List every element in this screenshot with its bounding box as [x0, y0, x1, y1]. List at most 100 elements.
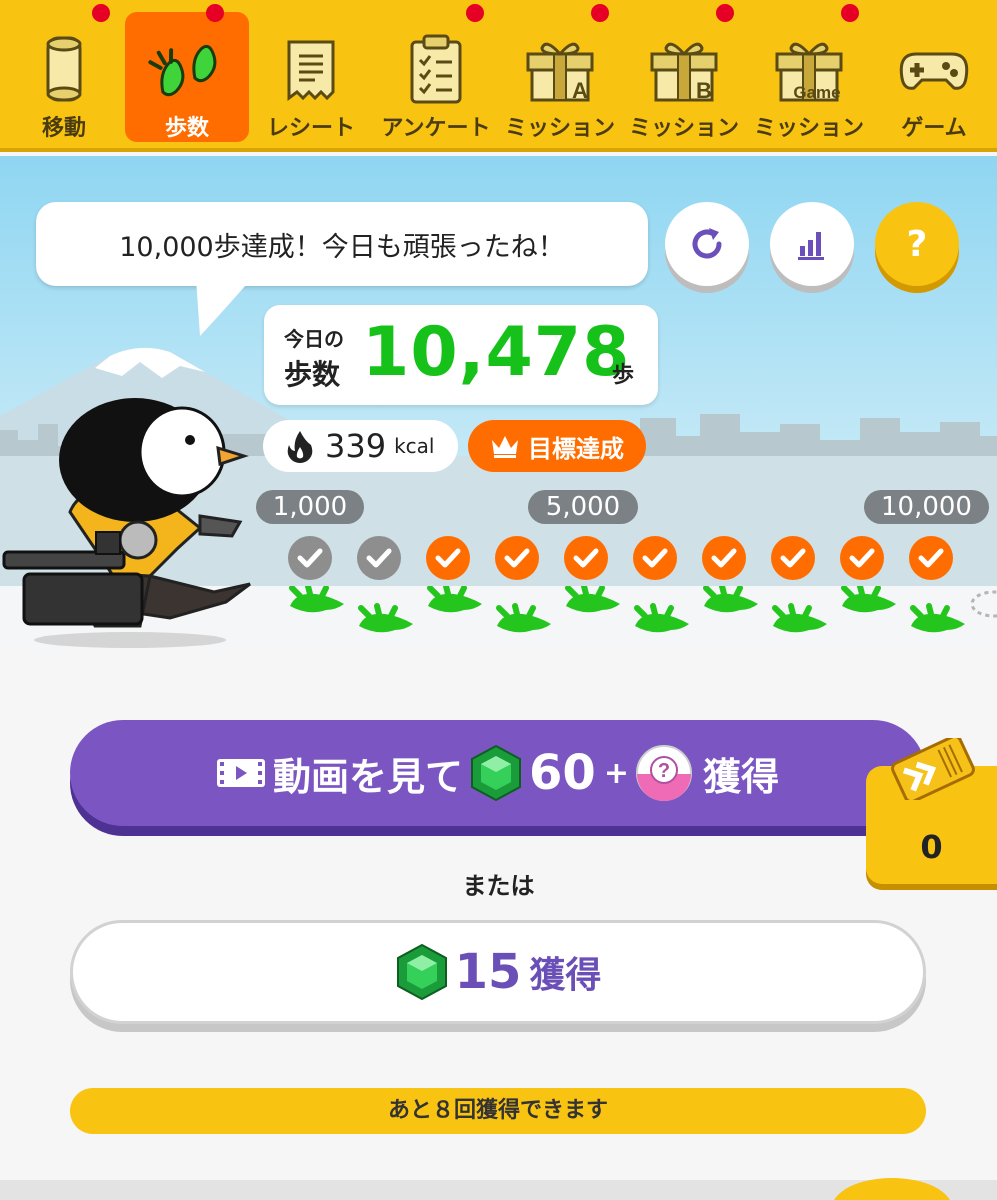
checkmark-icon — [366, 548, 392, 568]
steps-label: 歩数 — [284, 358, 341, 391]
footprint — [358, 603, 413, 633]
steps-label-today: 今日の — [284, 327, 344, 351]
capsule-icon — [46, 36, 82, 102]
calories-pill: 339 kcal — [263, 420, 458, 472]
steps-counter: 今日の 歩数 10,478 歩 — [264, 305, 658, 405]
checkpoint-9 — [840, 536, 884, 580]
tab-receipt[interactable]: レシート — [249, 12, 373, 142]
refresh-icon — [692, 228, 722, 259]
tab-label: ミッション — [753, 116, 864, 141]
tab-game[interactable]: ゲーム — [872, 12, 996, 142]
steps-unit: 歩 — [612, 363, 635, 388]
tab-survey[interactable]: アンケート — [374, 12, 498, 142]
checkpoint-3 — [426, 536, 470, 580]
message-text: 10,000歩達成！今日も頑張ったね！ — [119, 231, 565, 263]
footprint — [841, 586, 896, 613]
footprint — [496, 603, 551, 633]
video-button-text: 動画を見て — [273, 754, 464, 799]
crown-icon — [492, 436, 518, 458]
gift-b-icon: B — [650, 42, 718, 103]
ticket-count: 0 — [920, 828, 943, 866]
steps-value: 10,478 — [362, 313, 631, 392]
checkmark-icon — [573, 548, 599, 568]
checkpoint-4 — [495, 536, 539, 580]
calories-value: 339 — [325, 427, 387, 465]
checkpoint-6 — [633, 536, 677, 580]
watch-video-button[interactable]: 動画を見て 60 + ? 獲得 — [70, 720, 926, 826]
message-bubble: 10,000歩達成！今日も頑張ったね！ — [36, 202, 648, 286]
checkpoint-10 — [909, 536, 953, 580]
tab-mission-b[interactable]: B ミッション — [622, 12, 746, 142]
progress-label: 10,000 — [864, 490, 989, 524]
stats-button[interactable] — [770, 202, 854, 286]
checkpoint-1 — [288, 536, 332, 580]
next-footprint-placeholder — [970, 590, 997, 618]
tab-label: ゲーム — [901, 116, 967, 141]
checkpoint-7 — [702, 536, 746, 580]
notification-dot — [841, 4, 859, 22]
gift-game-icon: Game — [775, 42, 843, 102]
top-tab-bar: 移動 歩数 レシート アンケート A ミッション B ミッション Game ミッ… — [0, 0, 997, 152]
gift-letter: A — [572, 78, 588, 103]
help-icon: ? — [906, 223, 928, 265]
footprint — [289, 586, 344, 613]
checkpoint-8 — [771, 536, 815, 580]
checkmark-icon — [849, 548, 875, 568]
checkpoint-2 — [357, 536, 401, 580]
checkmark-icon — [642, 548, 668, 568]
flame-icon — [287, 431, 313, 463]
tab-label: ミッション — [504, 116, 615, 141]
progress-label: 5,000 — [528, 490, 638, 524]
plus-sign: + — [603, 755, 629, 791]
notification-dot — [466, 4, 484, 22]
footprint — [703, 586, 758, 613]
progress-label: 1,000 — [256, 490, 364, 524]
gem-icon — [471, 744, 522, 802]
checkmark-icon — [297, 548, 323, 568]
clipboard-icon — [410, 34, 462, 104]
video-button-suffix: 獲得 — [702, 754, 779, 799]
notification-dot — [716, 4, 734, 22]
mystery-capsule-icon: ? — [635, 745, 692, 801]
gift-letter: B — [696, 78, 712, 103]
svg-text:?: ? — [658, 760, 670, 782]
tab-label: ミッション — [628, 116, 739, 141]
gift-a-icon: A — [526, 42, 594, 103]
receipt-icon — [287, 40, 335, 101]
refresh-button[interactable] — [665, 202, 749, 286]
goal-label: 目標達成 — [528, 434, 624, 463]
video-icon — [217, 759, 266, 787]
bar-chart-icon — [798, 232, 824, 260]
footprints-icon — [148, 44, 217, 97]
gift-letter: Game — [793, 83, 840, 102]
notification-dot — [206, 4, 224, 22]
footprint-track — [289, 586, 997, 633]
footprint — [634, 603, 689, 633]
footprint — [772, 603, 827, 633]
video-gem-amount: 60 — [529, 745, 596, 801]
gem-button-label: 獲得 — [529, 955, 602, 996]
checkmark-icon — [435, 548, 461, 568]
gamepad-icon — [899, 52, 969, 90]
bubble-tail — [196, 278, 252, 336]
footprint — [565, 586, 620, 613]
tab-move[interactable]: 移動 — [2, 12, 126, 142]
fast-forward-ticket-icon — [891, 738, 975, 800]
tab-mission-a[interactable]: A ミッション — [498, 12, 622, 142]
checkmark-icon — [711, 548, 737, 568]
claim-gems-button[interactable]: 15 獲得 — [70, 920, 926, 1024]
footprint — [427, 586, 482, 613]
tab-mission-game[interactable]: Game ミッション — [747, 12, 871, 142]
help-button[interactable]: ? — [875, 202, 959, 286]
checkmark-icon — [780, 548, 806, 568]
checkmark-icon — [918, 548, 944, 568]
tab-label: 歩数 — [164, 116, 209, 141]
tab-steps[interactable]: 歩数 — [125, 12, 249, 142]
footprint — [910, 603, 965, 633]
remaining-claims-banner: あと８回獲得できます — [70, 1088, 926, 1134]
checkmark-icon — [504, 548, 530, 568]
goal-achieved-badge: 目標達成 — [468, 420, 646, 472]
notification-dot — [591, 4, 609, 22]
checkpoint-5 — [564, 536, 608, 580]
tab-label: 移動 — [41, 116, 86, 141]
